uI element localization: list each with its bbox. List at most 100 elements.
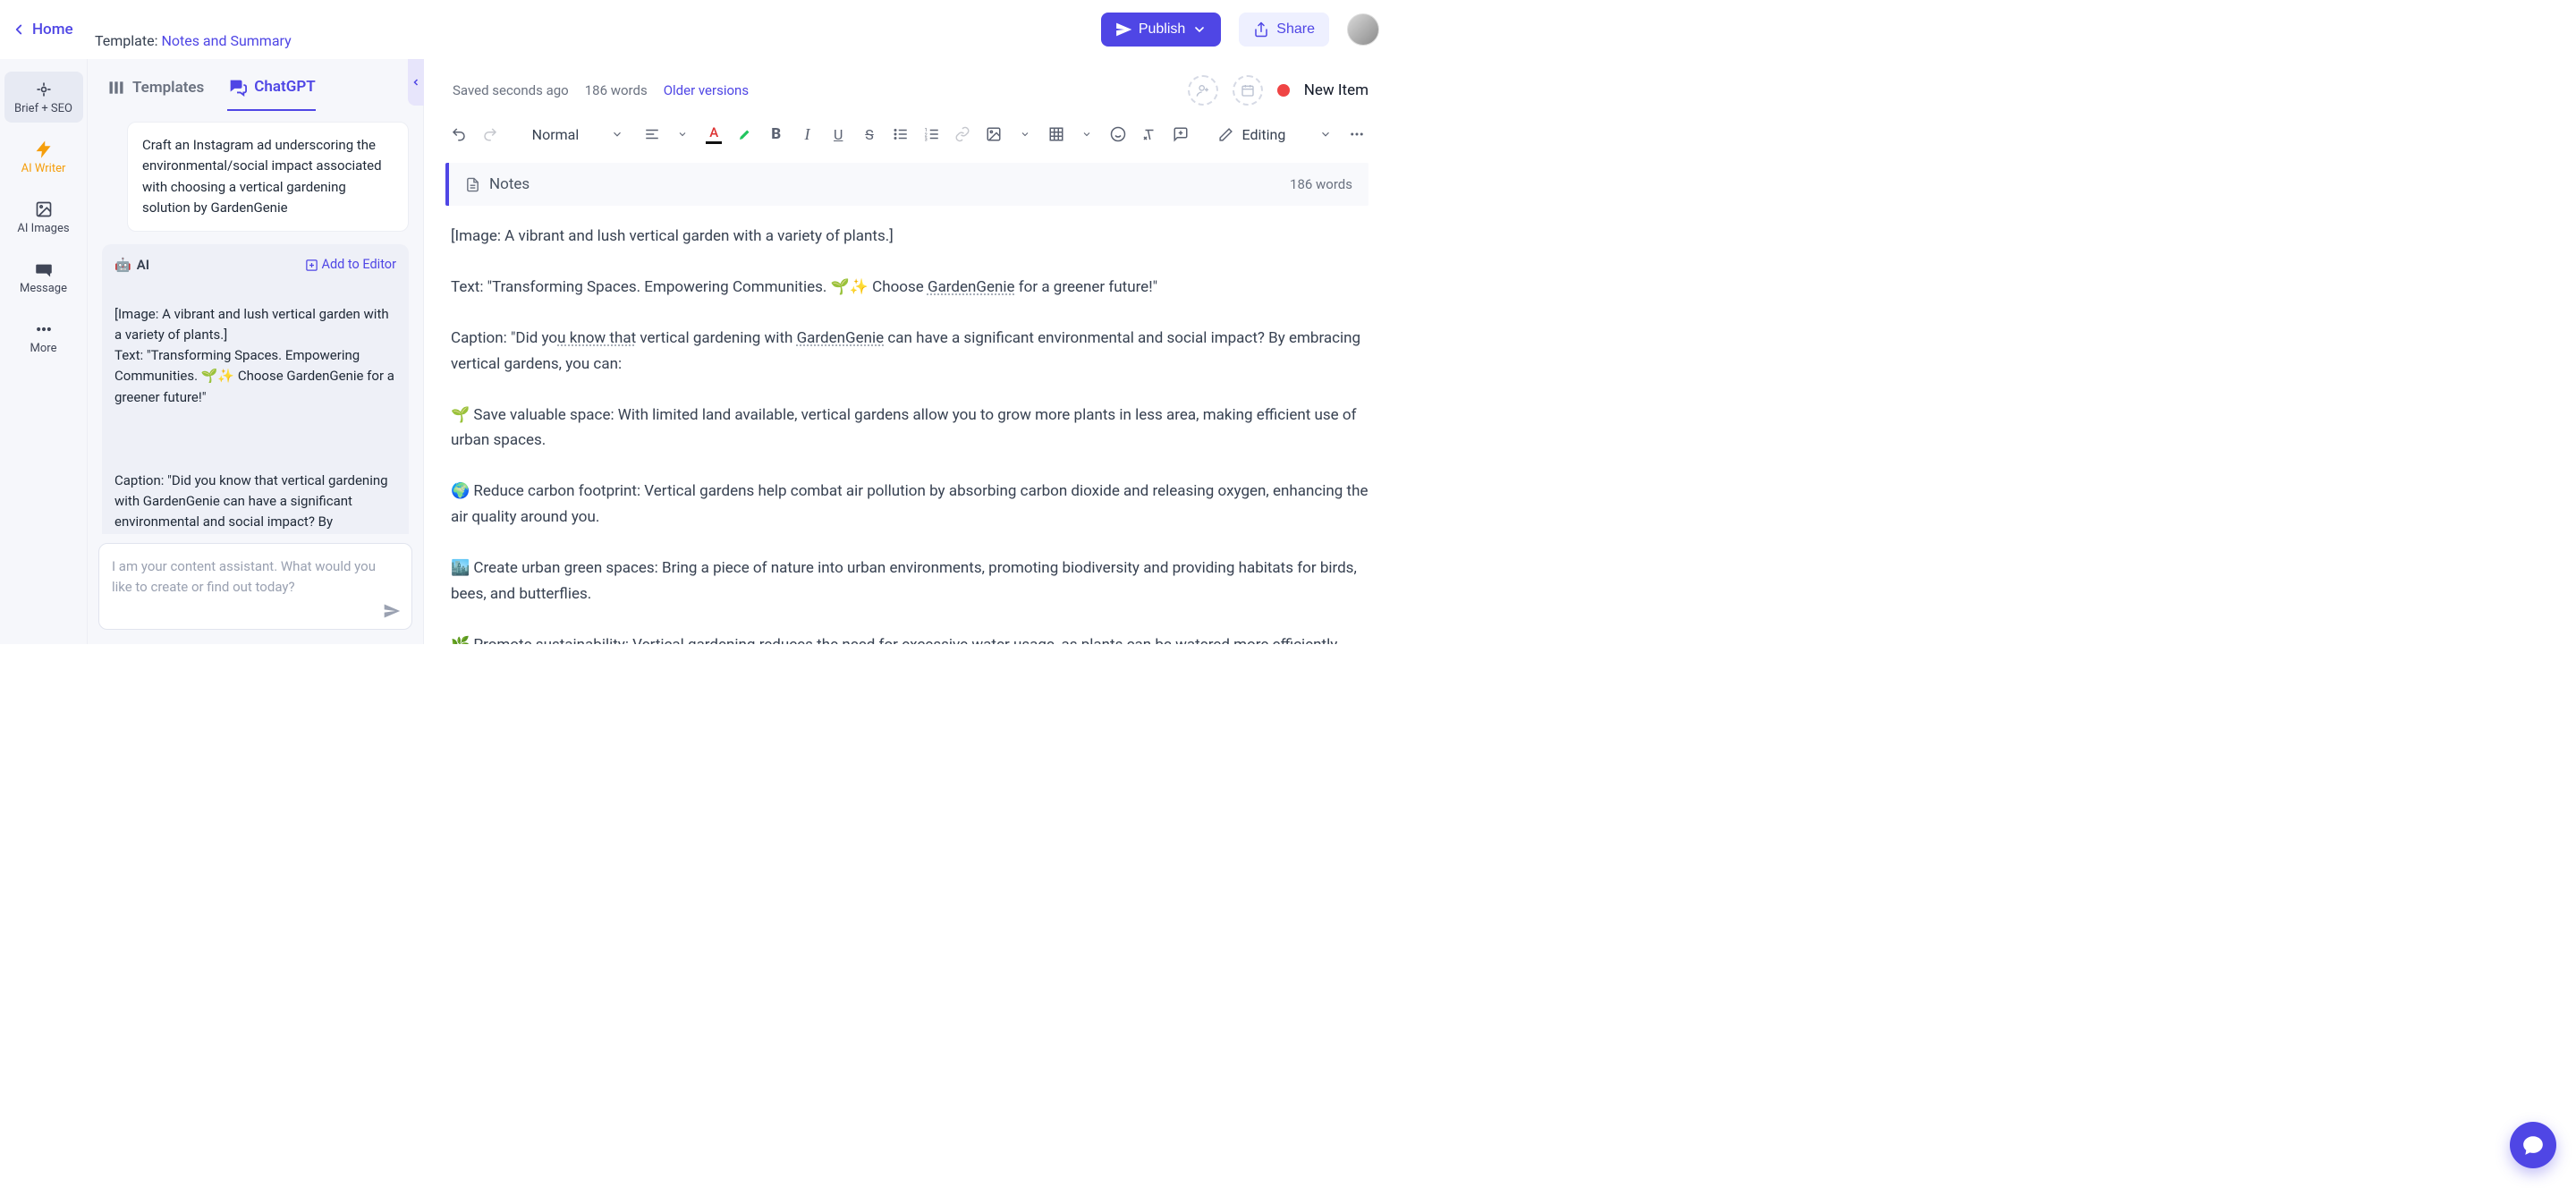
rail-label: More xyxy=(30,342,57,355)
ai-label: AI xyxy=(137,255,149,276)
bullet-list-button[interactable] xyxy=(888,122,912,147)
editor-top-right: New Item xyxy=(1188,75,1368,106)
side-tabs: Templates ChatGPT xyxy=(88,59,423,111)
ordered-list-button[interactable]: 123 xyxy=(919,122,944,147)
doc-paragraph: Caption: "Did you know that vertical gar… xyxy=(451,326,1368,378)
send-icon xyxy=(1115,21,1131,38)
pencil-icon xyxy=(1218,127,1233,142)
ai-message: 🤖 AI Add to Editor [Image: A vibrant and… xyxy=(102,244,409,534)
collapse-handle[interactable] xyxy=(408,59,424,106)
home-label: Home xyxy=(32,21,73,38)
editing-mode-label: Editing xyxy=(1242,126,1286,143)
saved-status: Saved seconds ago xyxy=(453,82,569,98)
image-button[interactable] xyxy=(982,122,1006,147)
tab-chatgpt-label: ChatGPT xyxy=(254,78,315,96)
rail-brief-seo[interactable]: Brief + SEO xyxy=(4,72,83,123)
rail-more[interactable]: More xyxy=(4,311,83,362)
upload-icon xyxy=(1253,21,1269,38)
image-icon xyxy=(986,126,1002,142)
tab-chatgpt[interactable]: ChatGPT xyxy=(227,77,315,111)
chevron-left-icon xyxy=(11,21,27,38)
comment-plus-icon xyxy=(1173,126,1189,142)
rail-label: AI Images xyxy=(17,222,69,235)
ai-message-header: 🤖 AI Add to Editor xyxy=(114,255,396,276)
redo-button[interactable] xyxy=(479,122,503,147)
older-versions-link[interactable]: Older versions xyxy=(664,82,749,98)
calendar-icon xyxy=(1241,83,1255,98)
home-link[interactable]: Home xyxy=(11,21,73,38)
table-button[interactable] xyxy=(1044,122,1068,147)
align-dropdown[interactable] xyxy=(671,122,695,147)
add-to-editor-button[interactable]: Add to Editor xyxy=(305,255,396,275)
more-toolbar-button[interactable] xyxy=(1344,122,1368,147)
font-color-button[interactable]: A xyxy=(702,122,726,147)
chevron-down-icon xyxy=(1020,129,1030,140)
paragraph-style-select[interactable]: Normal xyxy=(523,126,633,143)
dots-icon xyxy=(1349,126,1365,142)
chat-placeholder: I am your content assistant. What would … xyxy=(112,558,376,595)
editor-status-bar: Saved seconds ago 186 words Older versio… xyxy=(424,59,1395,113)
share-label: Share xyxy=(1276,21,1315,38)
chevron-down-icon xyxy=(677,129,688,140)
dots-icon xyxy=(35,320,53,338)
chat-fill-icon xyxy=(2521,1133,2545,1157)
topbar: Home Template: Notes and Summary Publish… xyxy=(0,0,1395,59)
undo-button[interactable] xyxy=(447,122,471,147)
rail-label: Brief + SEO xyxy=(14,102,72,115)
highlight-button[interactable] xyxy=(733,122,758,147)
left-rail: Brief + SEO AI Writer AI Images Message … xyxy=(0,59,88,644)
status-label[interactable]: New Item xyxy=(1304,81,1368,99)
plus-square-icon xyxy=(305,259,318,272)
paragraph-style-label: Normal xyxy=(532,126,580,143)
doc-paragraph: 🌿 Promote sustainability: Vertical garde… xyxy=(451,632,1368,644)
emoji-button[interactable] xyxy=(1106,122,1131,147)
user-plus-icon xyxy=(1196,83,1210,98)
avatar[interactable] xyxy=(1347,13,1379,46)
clear-format-icon xyxy=(1141,126,1157,142)
link-button[interactable] xyxy=(951,122,975,147)
list-ul-icon xyxy=(893,126,909,142)
template-name-link[interactable]: Notes and Summary xyxy=(161,32,291,49)
rail-label: AI Writer xyxy=(21,162,66,175)
help-fab[interactable] xyxy=(2510,1122,2556,1168)
clear-format-button[interactable] xyxy=(1138,122,1162,147)
doc-paragraph: 🏙️ Create urban green spaces: Bring a pi… xyxy=(451,556,1368,607)
rail-ai-writer[interactable]: AI Writer xyxy=(4,132,83,182)
schedule-button[interactable] xyxy=(1233,75,1263,106)
bolt-icon xyxy=(35,140,53,158)
rail-ai-images[interactable]: AI Images xyxy=(4,191,83,242)
status-dot-icon xyxy=(1277,84,1290,97)
align-button[interactable] xyxy=(640,122,664,147)
chat-input[interactable]: I am your content assistant. What would … xyxy=(98,543,412,630)
tab-templates-label: Templates xyxy=(132,79,204,97)
doc-paragraph: 🌍 Reduce carbon footprint: Vertical gard… xyxy=(451,479,1368,530)
tab-templates[interactable]: Templates xyxy=(107,77,204,111)
rail-message[interactable]: Message xyxy=(4,251,83,302)
user-message-text: Craft an Instagram ad underscoring the e… xyxy=(142,137,382,216)
publish-button[interactable]: Publish xyxy=(1101,13,1221,47)
table-dropdown[interactable] xyxy=(1075,122,1099,147)
editing-mode-select[interactable]: Editing xyxy=(1218,126,1333,143)
add-collaborator-button[interactable] xyxy=(1188,75,1218,106)
templates-icon xyxy=(107,79,125,97)
emoji-icon xyxy=(1110,126,1126,142)
strike-button[interactable]: S xyxy=(858,122,882,147)
doc-paragraph: Text: "Transforming Spaces. Empowering C… xyxy=(451,275,1368,301)
user-message: Craft an Instagram ad underscoring the e… xyxy=(127,122,409,232)
align-left-icon xyxy=(644,126,660,142)
share-button[interactable]: Share xyxy=(1239,13,1329,47)
comment-button[interactable] xyxy=(1168,122,1192,147)
bold-button[interactable]: B xyxy=(764,122,788,147)
table-icon xyxy=(1048,126,1064,142)
send-button[interactable] xyxy=(383,602,401,620)
rail-label: Message xyxy=(20,282,67,295)
document-body[interactable]: [Image: A vibrant and lush vertical gard… xyxy=(424,206,1395,644)
underline-button[interactable]: U xyxy=(826,122,851,147)
image-dropdown[interactable] xyxy=(1013,122,1037,147)
italic-button[interactable]: I xyxy=(795,122,819,147)
robot-icon: 🤖 xyxy=(114,255,131,276)
topbar-actions: Publish Share xyxy=(1101,13,1379,47)
editor-toolbar: Normal A B I U S 123 Editing xyxy=(424,113,1395,159)
chevron-down-icon xyxy=(1081,129,1092,140)
chat-scroll[interactable]: Craft an Instagram ad underscoring the e… xyxy=(88,111,423,534)
